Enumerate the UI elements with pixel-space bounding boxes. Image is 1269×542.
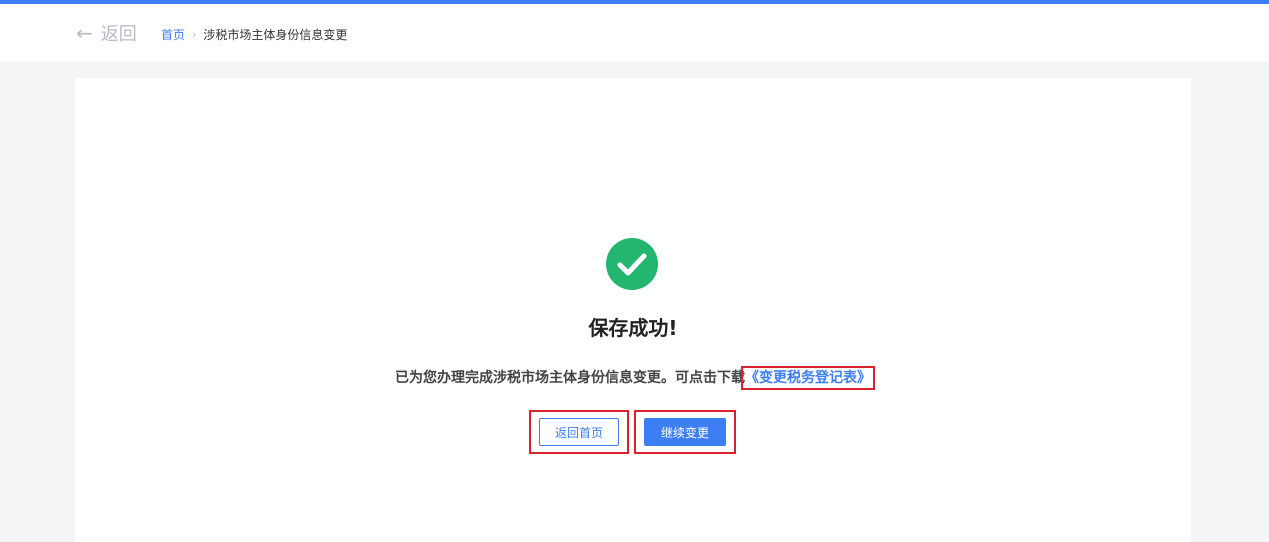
message-text: 已为您办理完成涉税市场主体身份信息变更。可点击下载 [395,370,745,386]
breadcrumb: 首页 › 涉税市场主体身份信息变更 [161,28,347,42]
breadcrumb-home-link[interactable]: 首页 [161,28,185,42]
continue-button-highlight: 继续变更 [634,410,736,454]
continue-change-button[interactable]: 继续变更 [644,418,726,446]
return-home-button[interactable]: 返回首页 [539,418,619,446]
back-label: 返回 [100,24,137,45]
breadcrumb-current: 涉税市场主体身份信息变更 [203,28,348,42]
breadcrumb-separator-icon: › [192,28,197,41]
result-message: 已为您办理完成涉税市场主体身份信息变更。可点击下载《变更税务登记表》 [75,366,1191,390]
arrow-left-icon: ← [76,21,93,45]
success-title: 保存成功! [588,316,678,340]
result-card: 保存成功! 已为您办理完成涉税市场主体身份信息变更。可点击下载《变更税务登记表》… [75,78,1191,542]
download-registration-form-link[interactable]: 《变更税务登记表》 [741,366,875,390]
home-button-highlight: 返回首页 [529,410,629,454]
page-header: ← 返回 首页 › 涉税市场主体身份信息变更 [0,4,1269,62]
back-button[interactable]: ← 返回 [76,21,137,45]
check-circle-icon [606,238,658,290]
